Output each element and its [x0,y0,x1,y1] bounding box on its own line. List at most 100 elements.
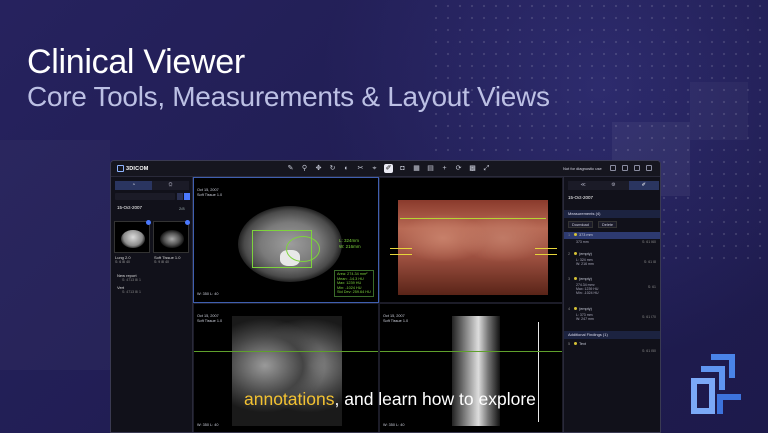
logo-mark-icon [117,165,124,172]
browser-tabs: ◔ ⛭ [115,181,189,190]
rotate-icon[interactable]: ↻ [328,164,337,173]
color-dot-icon [574,233,577,236]
viewport-coronal-3d[interactable] [379,177,563,303]
report-sub: S: 4713 ⊞ 1 [122,290,141,294]
row-name: 373 mm [579,233,593,237]
list-view-button[interactable] [177,193,183,200]
color-dot-icon [574,342,577,345]
contrast-icon[interactable]: ◐ [342,164,351,173]
crosshair-icon[interactable]: ⌖ [370,164,379,173]
delete-button[interactable]: Delete [598,221,617,228]
decor-square [690,82,748,140]
measurement-line[interactable] [538,322,539,422]
marker-line [535,248,557,249]
grid-icon[interactable]: ▩ [468,164,477,173]
tab-patient-icon[interactable]: ⛭ [152,181,189,190]
additional-findings-header[interactable]: Additional Findings (1) [564,331,660,339]
row-name: (empty) [579,307,592,311]
row-meta-text: S: 61 I70 [641,315,656,319]
series-thumbnail[interactable] [114,221,150,253]
series-count: 2/8 [179,206,185,211]
panel-tabs: ≪ ⚙ ✐ [568,181,659,190]
row-detail: 373 mm [576,240,589,244]
app-logo: 3DICOM [117,165,149,172]
series-thumbnail[interactable] [153,221,189,253]
download-button[interactable]: Download [568,221,593,228]
diagnostic-note: Not for diagnostic use [563,166,602,171]
measurement-row[interactable]: 2 (empty) [568,252,660,256]
study-browser: ◔ ⛭ 15-Oct-2007 2/8 Lung 2.0 S: 6 ⊞ 40 S… [111,177,193,432]
row-name: (empty) [579,277,592,281]
measurement-length: L: 324mm [339,238,360,243]
viewport-axial[interactable]: Oct 15, 2007 Soft Tissue 1.0 L: 324mm W:… [193,177,379,303]
tab-measure-icon[interactable]: ✐ [628,181,659,190]
doc-icon[interactable] [610,165,616,171]
color-dot-icon [574,307,577,310]
thumbnail-image [121,230,145,248]
settings-icon[interactable] [646,165,652,171]
roi-stats: Area: 274.34 mm² Mean: -14.3 HU Max: 123… [334,270,374,297]
row-detail: 274.34 mm² Max: 1239 HU Min: -1024 HU [576,283,599,296]
video-caption: annotations, and learn how to explore [244,389,536,419]
marker-line [390,248,412,249]
viewport-date: Oct 15, 2007 [383,314,405,318]
layers-icon[interactable]: ▤ [426,164,435,173]
redo-icon[interactable] [634,165,640,171]
thumbnail-image [160,230,184,248]
viewport-series: Soft Tissue 1.0 [197,319,223,323]
grid-view-button[interactable] [184,193,190,200]
viewport-date: Oct 15, 2007 [197,188,219,192]
study-date[interactable]: 15-Oct-2007 [117,205,142,210]
decor-panel [0,140,110,370]
zoom-icon[interactable]: ⚲ [300,164,309,173]
report-sub: S: 4713 ⊞ 1 [122,278,141,282]
row-detail: L: 324 mm W: 216 mm [576,258,594,267]
row-name: (empty) [579,252,592,256]
brand-logo-icon [691,354,741,414]
study-date: 15-Oct-2007 [568,195,594,200]
caption-text: , and learn how to explore [334,389,536,409]
row-name: Text [579,342,586,346]
tool-group: ✎ ⚲ ✥ ↻ ◐ ✂ ⌖ ✐ ◘ ▦ ▤ + ⟳ ▩ ⤢ [286,164,491,173]
tab-collapse-icon[interactable]: ≪ [568,181,599,190]
viewport-series: Soft Tissue 1.0 [197,193,223,197]
roi-ellipse[interactable] [286,236,320,262]
reference-line [194,351,378,352]
coronal-render [398,200,548,295]
thumbnail-sub: S: 6 ⊞ 40 [115,260,130,264]
pan-icon[interactable]: ✥ [314,164,323,173]
viewport-date: Oct 15, 2007 [197,314,219,318]
expand-icon[interactable]: ⤢ [482,164,491,173]
reference-line [380,351,562,352]
layout-icon[interactable]: ▦ [412,164,421,173]
measurement-width: W: 216mm [339,244,361,249]
window-controls [610,165,652,171]
plus-icon[interactable]: + [440,164,449,173]
thumbnail-sub: S: 9 ⊞ 40 [154,260,169,264]
camera-icon[interactable]: ◘ [398,164,407,173]
measurements-header[interactable]: Measurements (4) [564,210,660,218]
undo-icon[interactable] [622,165,628,171]
viewport-window-level: W: 350 L: 40 [383,423,405,427]
logo-text: 3DICOM [126,165,149,172]
row-meta-text: S: 61 I8 [643,260,656,264]
measurement-row[interactable]: 1 373 mm [568,233,660,237]
reset-icon[interactable]: ⟳ [454,164,463,173]
viewport-window-level: W: 350 L: 40 [197,423,219,427]
reference-line [400,218,546,219]
series-badge [146,220,151,225]
toolbar: 3DICOM ✎ ⚲ ✥ ↻ ◐ ✂ ⌖ ✐ ◘ ▦ ▤ + ⟳ ▩ ⤢ Not… [111,161,660,177]
search-input[interactable] [115,193,175,200]
pencil-icon[interactable]: ✎ [286,164,295,173]
tab-settings-icon[interactable]: ⚙ [598,181,629,190]
measurement-row[interactable]: 3 (empty) [568,277,660,281]
measure-icon[interactable]: ✐ [384,164,393,173]
row-detail: L: 373 mm W: 247 mm [576,313,594,322]
measurement-row[interactable]: 4 (empty) [568,307,660,311]
tab-series-icon[interactable]: ◔ [115,181,152,190]
color-dot-icon [574,252,577,255]
finding-row[interactable]: 5 Text [568,342,660,346]
viewport-window-level: W: 350 L: 40 [197,292,219,296]
cut-icon[interactable]: ✂ [356,164,365,173]
series-badge [185,220,190,225]
